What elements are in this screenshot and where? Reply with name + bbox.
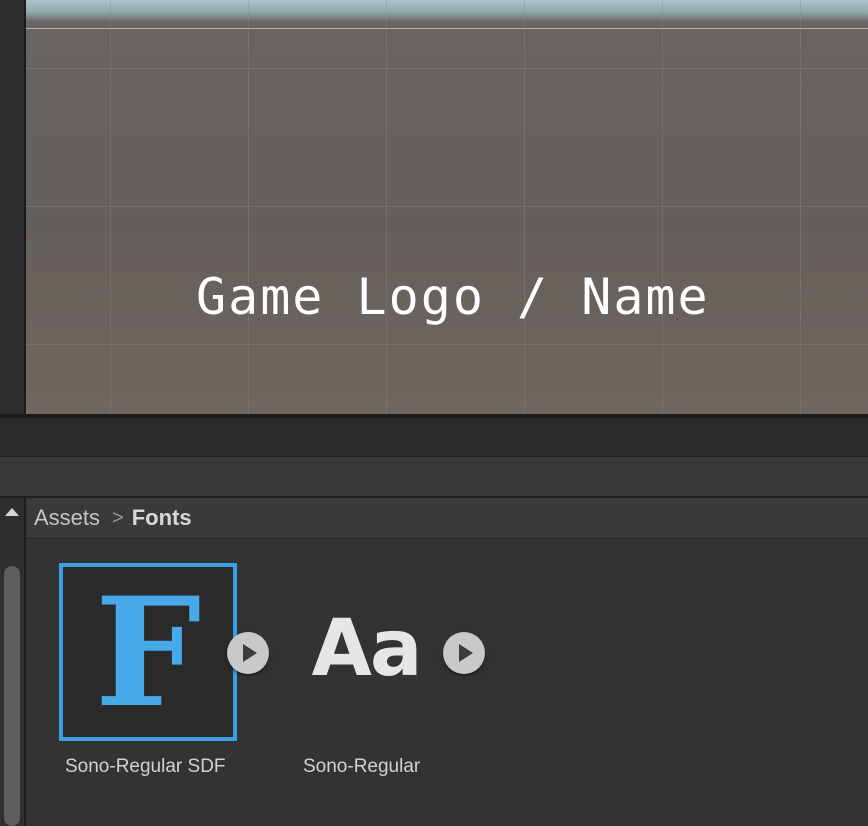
scroll-up-arrow-icon[interactable]: [5, 508, 19, 516]
asset-label: Sono-Regular: [303, 756, 421, 777]
scrollbar-thumb[interactable]: [4, 566, 20, 826]
font-glyph: Aa: [311, 604, 422, 694]
asset-label: Sono-Regular SDF: [65, 756, 226, 777]
panel-splitter[interactable]: [0, 418, 868, 457]
scene-title-text[interactable]: Game Logo / Name: [196, 262, 710, 332]
project-browser: Assets > Fonts F Sono-Regular SDF Aa Son…: [0, 498, 868, 826]
sdf-glyph: F: [94, 565, 202, 741]
folder-tree-scrollbar: [0, 498, 26, 826]
breadcrumb-fonts[interactable]: Fonts: [132, 505, 192, 531]
breadcrumb-separator-icon: >: [112, 506, 124, 529]
scene-left-strip: [0, 0, 26, 414]
asset-item-sono-regular[interactable]: Aa Sono-Regular: [286, 539, 446, 789]
font-asset-sdf-icon: F: [59, 563, 237, 741]
project-toolbar: [0, 457, 868, 498]
scene-view[interactable]: Game Logo / Name: [26, 0, 868, 414]
scene-grid: [26, 0, 868, 414]
asset-item-sono-regular-sdf[interactable]: F Sono-Regular SDF: [26, 539, 256, 789]
font-file-icon: Aa: [306, 599, 426, 699]
breadcrumb-assets[interactable]: Assets: [26, 505, 100, 531]
breadcrumb: Assets > Fonts: [26, 498, 868, 539]
asset-grid: F Sono-Regular SDF Aa Sono-Regular: [26, 539, 868, 826]
expand-play-icon[interactable]: [443, 632, 485, 674]
expand-play-icon[interactable]: [227, 632, 269, 674]
